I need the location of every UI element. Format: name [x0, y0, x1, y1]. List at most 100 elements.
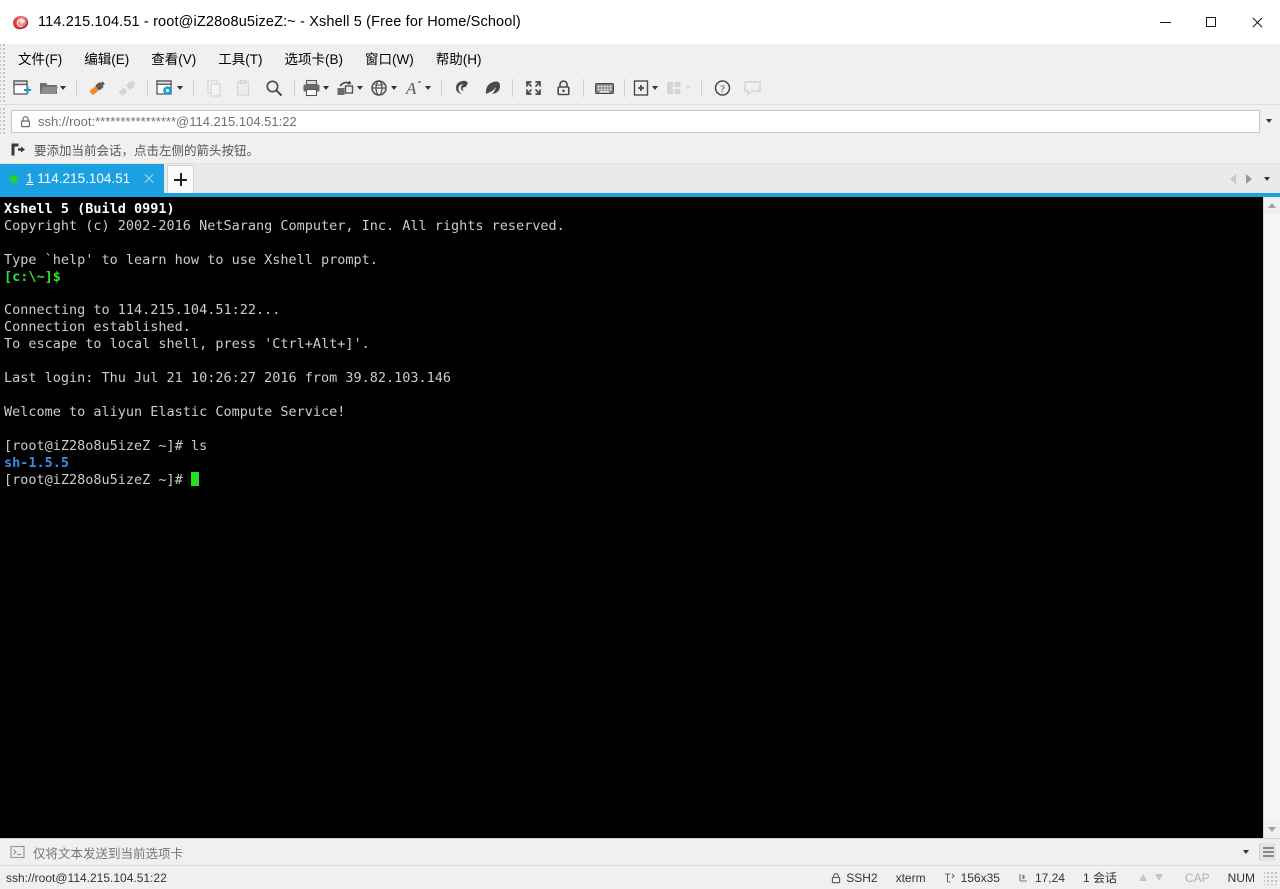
tab-114-215-104-51[interactable]: 1 114.215.104.51: [0, 164, 165, 193]
scroll-up-button[interactable]: [1264, 197, 1280, 214]
status-protocol-label: SSH2: [846, 870, 878, 885]
layout-button: [663, 75, 696, 101]
send-text-label[interactable]: 仅将文本发送到当前选项卡: [33, 843, 183, 862]
send-bar-menu-button[interactable]: [1259, 843, 1276, 861]
globe-caret[interactable]: [391, 86, 397, 90]
globe-button[interactable]: [368, 75, 402, 101]
print-button[interactable]: [300, 75, 334, 101]
window-title: 114.215.104.51 - root@iZ28o8u5izeZ:~ - X…: [38, 14, 521, 30]
plus-icon: [174, 173, 188, 186]
send-text-dropdown-button[interactable]: [1243, 850, 1249, 854]
menu-view[interactable]: 查看(V): [142, 45, 205, 71]
maximize-button[interactable]: [1188, 0, 1234, 44]
add-session-arrow-icon: [11, 143, 25, 156]
fullscreen-button[interactable]: [518, 75, 548, 101]
session-properties-button[interactable]: [153, 75, 188, 101]
menu-window[interactable]: 窗口(W): [356, 45, 423, 71]
toolbar-separator: [512, 79, 513, 97]
open-session-caret[interactable]: [60, 86, 66, 90]
address-dropdown-button[interactable]: [1260, 111, 1278, 132]
print-caret[interactable]: [323, 86, 329, 90]
chevron-down-icon: [1243, 850, 1249, 854]
status-protocol: SSH2: [822, 866, 886, 889]
menu-help[interactable]: 帮助(H): [427, 45, 491, 71]
menu-file[interactable]: 文件(F): [9, 45, 71, 71]
chevron-right-icon[interactable]: [1246, 173, 1252, 184]
hamburger-line: [1262, 851, 1274, 853]
add-to-folder-caret[interactable]: [652, 86, 658, 90]
xshell-logo-icon: [11, 13, 30, 31]
toolbar-separator: [147, 79, 148, 97]
hamburger-line: [1262, 847, 1274, 849]
terminal-line: Last login: Thu Jul 21 10:26:27 2016 fro…: [4, 370, 452, 387]
terminal-line: [root@iZ28o8u5izeZ ~]# ls: [4, 437, 208, 454]
keyboard-button[interactable]: [589, 75, 619, 101]
help-button[interactable]: ?: [707, 75, 737, 101]
scroll-down-button[interactable]: [1264, 821, 1280, 838]
chevron-left-icon[interactable]: [1230, 173, 1236, 184]
chevron-up-icon: [1268, 203, 1276, 208]
terminal-line: Connection established.: [4, 319, 191, 336]
address-bar[interactable]: ssh://root:****************@114.215.104.…: [11, 109, 1260, 133]
address-input[interactable]: ssh://root:****************@114.215.104.…: [38, 114, 297, 129]
chevron-down-icon: [1268, 827, 1276, 832]
address-bar-grip[interactable]: [0, 108, 7, 134]
resize-grip[interactable]: [1264, 870, 1278, 885]
session-properties-caret[interactable]: [177, 86, 183, 90]
terminal-cursor: [190, 471, 199, 486]
new-session-button[interactable]: [7, 75, 37, 101]
tab-overflow-icon[interactable]: [1264, 176, 1270, 181]
menu-bar: 文件(F) 编辑(E) 查看(V) 工具(T) 选项卡(B) 窗口(W) 帮助(…: [0, 44, 1280, 72]
address-bar-row: ssh://root:****************@114.215.104.…: [0, 105, 1280, 136]
lock-button[interactable]: [548, 75, 578, 101]
menu-edit[interactable]: 编辑(E): [75, 45, 138, 71]
terminal-line: Connecting to 114.215.104.51:22...: [4, 302, 281, 319]
close-button[interactable]: [1234, 0, 1280, 44]
toolbar-separator: [76, 79, 77, 97]
cursor-position-icon: [1019, 873, 1027, 882]
new-tab-button[interactable]: [167, 165, 195, 193]
main-toolbar: A ?: [0, 72, 1280, 105]
lock-icon: [21, 115, 31, 127]
menu-tools[interactable]: 工具(T): [209, 45, 271, 71]
tab-label: 1 114.215.104.51: [26, 171, 130, 186]
find-button[interactable]: [259, 75, 289, 101]
window-controls: [1142, 0, 1280, 44]
tab-close-icon[interactable]: [142, 172, 156, 186]
arrow-down-icon: [1154, 874, 1163, 881]
terminal-line: To escape to local shell, press 'Ctrl+Al…: [4, 336, 370, 353]
add-to-folder-button[interactable]: [630, 75, 663, 101]
terminal-scrollbar[interactable]: [1263, 197, 1280, 838]
terminal-screen[interactable]: Xshell 5 (Build 0991) Copyright (c) 2002…: [0, 197, 1263, 838]
terminal-area: Xshell 5 (Build 0991) Copyright (c) 2002…: [0, 197, 1280, 838]
xftp-button[interactable]: [447, 75, 477, 101]
menu-tabs[interactable]: 选项卡(B): [276, 45, 353, 71]
scrollbar-track[interactable]: [1264, 214, 1280, 821]
svg-text:?: ?: [720, 83, 725, 95]
xagent-button[interactable]: [477, 75, 507, 101]
connect-button[interactable]: [82, 75, 112, 101]
tab-status-dot-icon: [10, 174, 18, 183]
minimize-button[interactable]: [1142, 0, 1188, 44]
toolbar-separator: [193, 79, 194, 97]
font-caret[interactable]: [425, 86, 431, 90]
toolbar-separator: [701, 79, 702, 97]
svg-text:A: A: [405, 79, 417, 97]
terminal-line: [root@iZ28o8u5izeZ ~]#: [4, 471, 191, 488]
xshell-window: 114.215.104.51 - root@iZ28o8u5izeZ:~ - X…: [0, 0, 1280, 889]
tab-title: 114.215.104.51: [37, 171, 131, 186]
status-cap: CAP: [1184, 870, 1210, 885]
send-text-bar: 仅将文本发送到当前选项卡: [0, 838, 1280, 865]
title-bar: 114.215.104.51 - root@iZ28o8u5izeZ:~ - X…: [0, 0, 1280, 44]
toolbar-grip[interactable]: [0, 72, 7, 104]
menu-grip[interactable]: [0, 44, 7, 72]
disconnect-button: [112, 75, 142, 101]
open-session-button[interactable]: [37, 75, 71, 101]
font-button[interactable]: A: [402, 75, 436, 101]
file-transfer-button[interactable]: [334, 75, 368, 101]
terminal-prompt-icon: [10, 845, 25, 859]
terminal-output: Xshell 5 (Build 0991) Copyright (c) 2002…: [4, 201, 1263, 488]
file-transfer-caret[interactable]: [357, 86, 363, 90]
status-cursor-label: 17,24: [1034, 870, 1065, 885]
status-num: NUM: [1227, 870, 1255, 885]
